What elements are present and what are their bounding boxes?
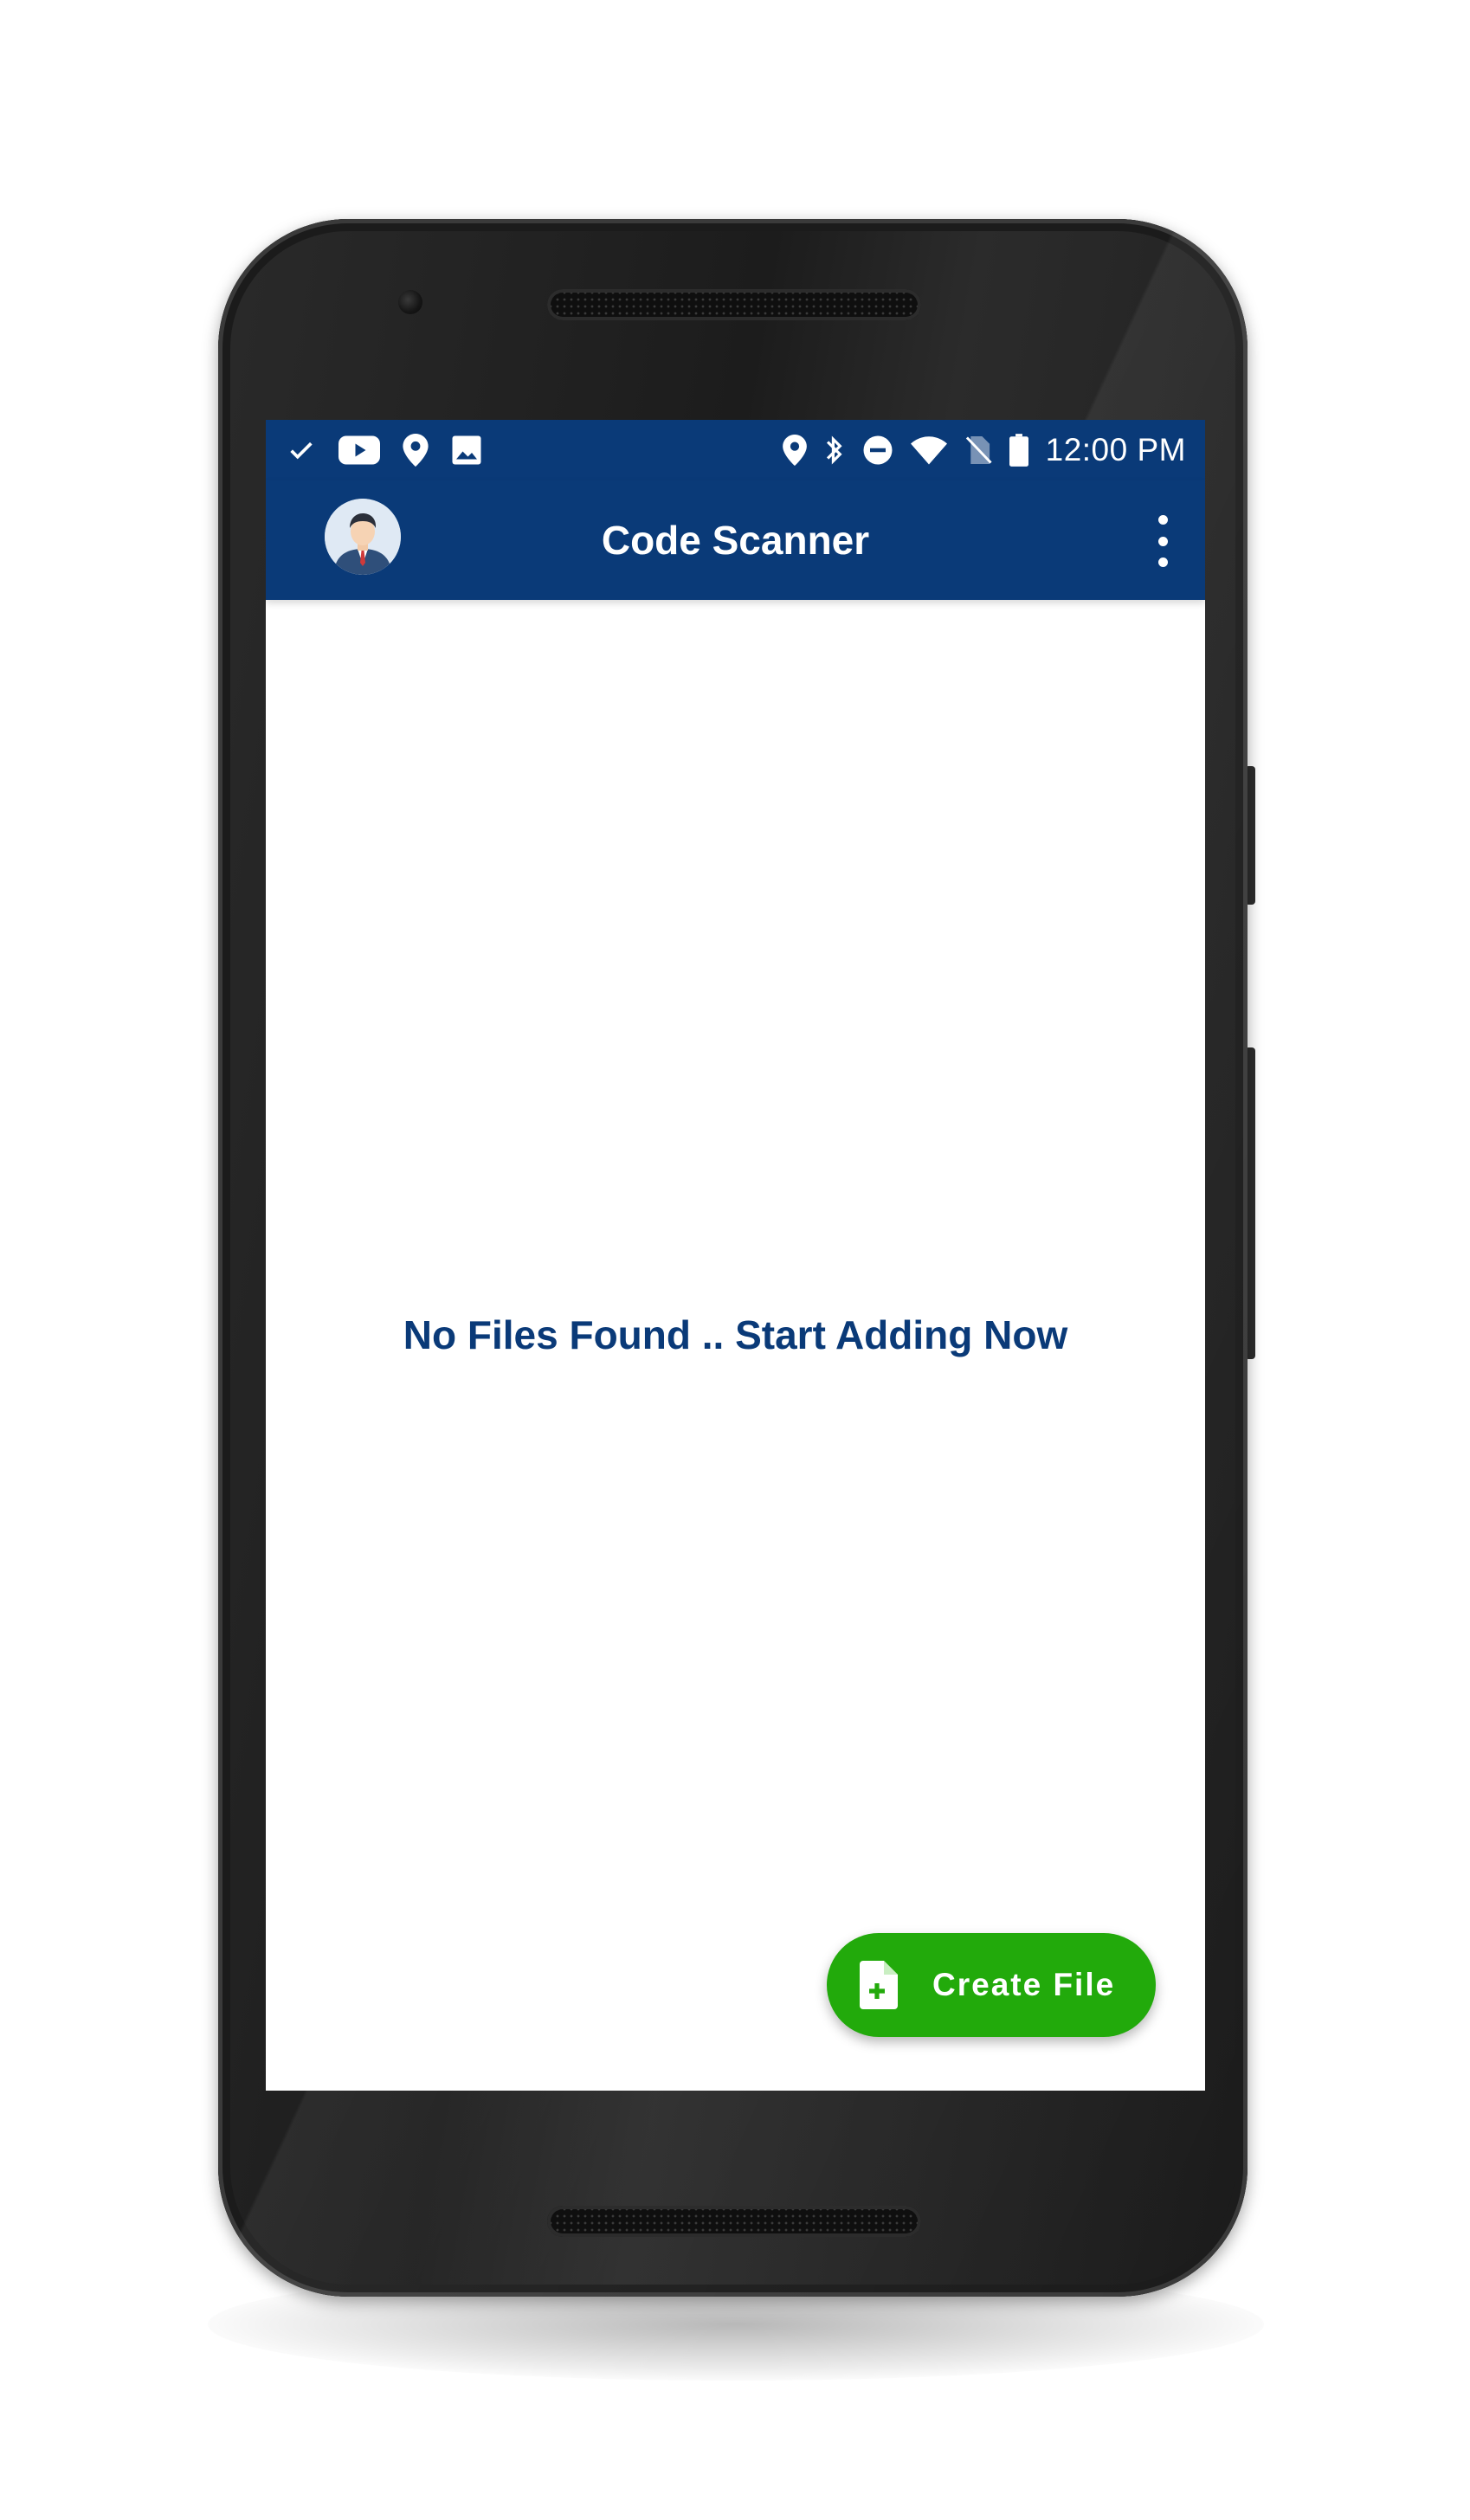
no-sim-icon — [964, 435, 992, 466]
status-system: 12:00 PM — [782, 430, 1186, 470]
check-icon — [287, 435, 316, 465]
image-icon — [451, 435, 482, 466]
status-clock: 12:00 PM — [1045, 432, 1186, 467]
add-file-icon — [860, 1961, 898, 2014]
create-file-label: Create File — [932, 1967, 1116, 2002]
front-camera — [398, 290, 422, 314]
empty-state-message: No Files Found .. Start Adding Now — [403, 1312, 1068, 1357]
location-pin-icon — [782, 435, 807, 466]
avatar-icon[interactable] — [325, 499, 401, 575]
do-not-disturb-icon — [862, 435, 893, 466]
status-bar: 12:00 PM — [266, 420, 1205, 480]
bottom-speaker — [547, 2206, 921, 2237]
status-notifications — [287, 430, 482, 470]
location-pin-icon — [403, 434, 429, 467]
phone-screen: 12:00 PM Code Scanner No Files Found .. … — [266, 420, 1205, 2091]
bluetooth-icon — [824, 434, 845, 467]
battery-icon — [1009, 434, 1028, 467]
menu-dot — [1157, 557, 1168, 567]
menu-dot — [1157, 515, 1168, 525]
device-stage: 12:00 PM Code Scanner No Files Found .. … — [0, 0, 1470, 2520]
app-toolbar: Code Scanner — [266, 480, 1205, 600]
top-speaker — [547, 289, 921, 320]
wifi-icon — [910, 435, 947, 465]
youtube-icon — [338, 435, 380, 465]
menu-dot — [1157, 536, 1168, 546]
create-file-button[interactable]: Create File — [827, 1933, 1156, 2037]
overflow-menu-icon[interactable] — [1150, 515, 1176, 567]
app-title: Code Scanner — [601, 518, 870, 563]
